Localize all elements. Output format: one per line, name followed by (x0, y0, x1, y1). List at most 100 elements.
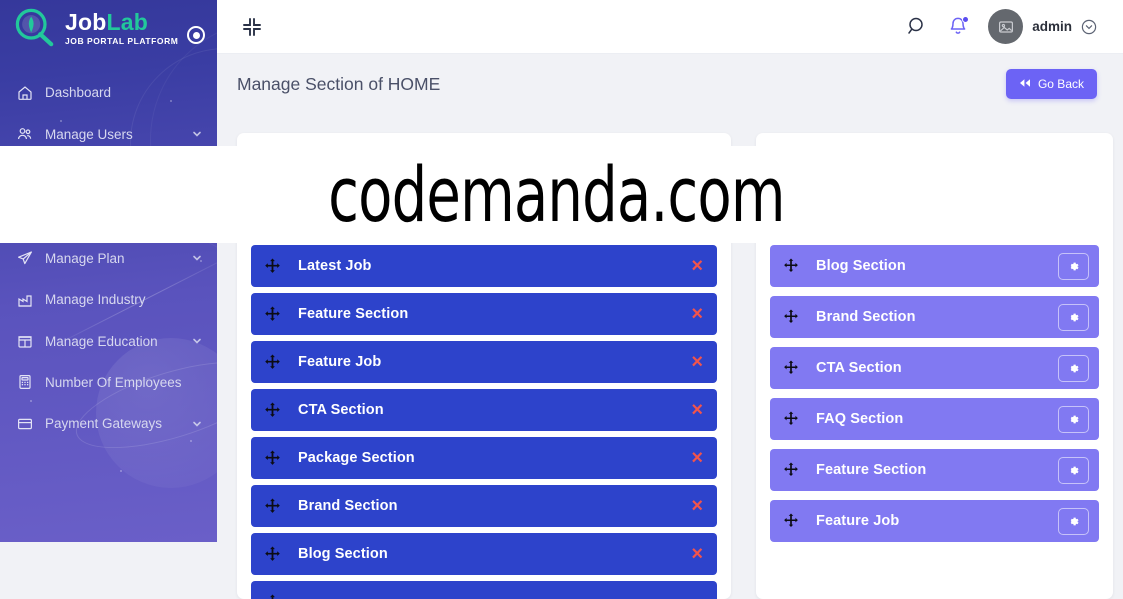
section-item[interactable]: CTA Section (770, 347, 1099, 389)
move-arrows-icon[interactable] (264, 306, 281, 323)
section-item-label: Feature Job (298, 354, 382, 370)
section-item[interactable]: Feature Section × (251, 293, 717, 335)
move-arrows-icon[interactable] (264, 450, 281, 467)
section-item[interactable]: Package Section × (251, 437, 717, 479)
gear-icon[interactable] (1058, 456, 1089, 484)
section-item[interactable] (251, 581, 717, 599)
users-icon (17, 126, 37, 142)
move-arrows-icon[interactable] (783, 258, 799, 274)
home-icon (17, 85, 37, 101)
move-arrows-icon[interactable] (783, 462, 799, 478)
sidebar-item-label: Manage Education (45, 333, 158, 349)
watermark-text: codemanda.com (328, 150, 785, 239)
building-icon (17, 333, 37, 349)
image-placeholder-icon (998, 20, 1013, 33)
close-x-icon[interactable]: × (687, 448, 707, 468)
move-arrows-icon[interactable] (264, 498, 281, 515)
section-item-action: × (687, 352, 707, 372)
sidebar-item-label: Manage Plan (45, 250, 125, 266)
factory-icon (17, 292, 37, 308)
move-arrows-icon[interactable] (264, 258, 281, 275)
sidebar-item-label: Manage Users (45, 126, 133, 142)
section-item[interactable]: Brand Section × (251, 485, 717, 527)
user-name: admin (1032, 19, 1072, 34)
section-item-action: × (687, 256, 707, 276)
page-title: Manage Section of HOME (237, 73, 441, 94)
section-item-label: Blog Section (816, 258, 906, 274)
sidebar-item-number-of-employees[interactable]: Number Of Employees (0, 362, 217, 403)
section-item-label: Blog Section (298, 546, 388, 562)
move-arrows-icon[interactable] (783, 513, 799, 529)
brand-logo-block[interactable]: JobLab JOB PORTAL PLATFORM (0, 0, 217, 56)
magnifier-logo-icon (15, 8, 54, 47)
section-item[interactable]: Feature Job × (251, 341, 717, 383)
user-menu[interactable]: admin (988, 9, 1097, 44)
section-item-label: FAQ Section (816, 411, 904, 427)
section-item-label: Brand Section (298, 498, 398, 514)
section-item[interactable]: CTA Section × (251, 389, 717, 431)
chevron-down-icon (191, 128, 203, 140)
section-item-label: Latest Job (298, 258, 372, 274)
section-item-action (1058, 507, 1089, 535)
go-back-button[interactable]: Go Back (1005, 69, 1097, 99)
gear-icon[interactable] (1058, 252, 1089, 280)
compress-icon[interactable] (241, 16, 263, 38)
section-item-label: Package Section (298, 450, 415, 466)
section-item-action: × (687, 304, 707, 324)
gear-icon[interactable] (1058, 405, 1089, 433)
search-icon[interactable] (907, 16, 928, 37)
topbar: admin (217, 0, 1123, 54)
sidebar-item-label: Dashboard (45, 85, 112, 101)
page-header: Manage Section of HOME Go Back (217, 54, 1123, 114)
bell-icon[interactable] (948, 16, 970, 37)
section-item-action: × (687, 400, 707, 420)
sidebar-item-label: Payment Gateways (45, 416, 163, 432)
section-item-label: CTA Section (298, 402, 384, 418)
section-item[interactable]: FAQ Section (770, 398, 1099, 440)
available-sections-list: Blog Section Brand Section CTA Section F… (770, 245, 1099, 542)
chevron-down-icon (191, 418, 203, 430)
topbar-actions: admin (907, 9, 1123, 44)
section-item-action (1058, 303, 1089, 331)
gear-icon[interactable] (1058, 507, 1089, 535)
move-arrows-icon[interactable] (783, 360, 799, 376)
section-item-action: × (687, 448, 707, 468)
active-sections-list: Latest Job × Feature Section × Feature J (251, 245, 717, 599)
move-arrows-icon[interactable] (264, 402, 281, 419)
sidebar-item-manage-plan[interactable]: Manage Plan (0, 238, 217, 279)
section-item[interactable]: Brand Section (770, 296, 1099, 338)
section-item[interactable]: Feature Section (770, 449, 1099, 491)
close-x-icon[interactable]: × (687, 496, 707, 516)
section-item[interactable]: Latest Job × (251, 245, 717, 287)
section-item-label: CTA Section (816, 360, 902, 376)
close-x-icon[interactable]: × (687, 400, 707, 420)
sidebar-decor-dot (120, 470, 122, 472)
section-item-action (1058, 456, 1089, 484)
move-arrows-icon[interactable] (783, 411, 799, 427)
section-item-label: Feature Job (816, 513, 900, 529)
section-item[interactable]: Blog Section × (251, 533, 717, 575)
sidebar-item-dashboard[interactable]: Dashboard (0, 72, 217, 113)
sidebar-item-manage-industry[interactable]: Manage Industry (0, 279, 217, 320)
gear-icon[interactable] (1058, 303, 1089, 331)
sidebar-item-label: Manage Industry (45, 292, 146, 308)
rewind-icon (1019, 77, 1031, 91)
gear-icon[interactable] (1058, 354, 1089, 382)
move-arrows-icon[interactable] (783, 309, 799, 325)
sidebar: JobLab JOB PORTAL PLATFORM Dashboard Man… (0, 0, 217, 542)
move-arrows-icon[interactable] (264, 546, 281, 563)
sidebar-item-manage-education[interactable]: Manage Education (0, 320, 217, 361)
move-arrows-icon[interactable] (264, 594, 281, 599)
section-item[interactable]: Blog Section (770, 245, 1099, 287)
close-x-icon[interactable]: × (687, 544, 707, 564)
close-x-icon[interactable]: × (687, 352, 707, 372)
section-item-label: Feature Section (298, 306, 409, 322)
close-x-icon[interactable]: × (687, 304, 707, 324)
chevron-down-circle-icon[interactable] (1081, 19, 1097, 35)
sidebar-item-payment-gateways[interactable]: Payment Gateways (0, 403, 217, 444)
move-arrows-icon[interactable] (264, 354, 281, 371)
section-item[interactable]: Feature Job (770, 500, 1099, 542)
section-item-label: Feature Section (816, 462, 927, 478)
brand-name: JobLab (65, 10, 178, 34)
close-x-icon[interactable]: × (687, 256, 707, 276)
